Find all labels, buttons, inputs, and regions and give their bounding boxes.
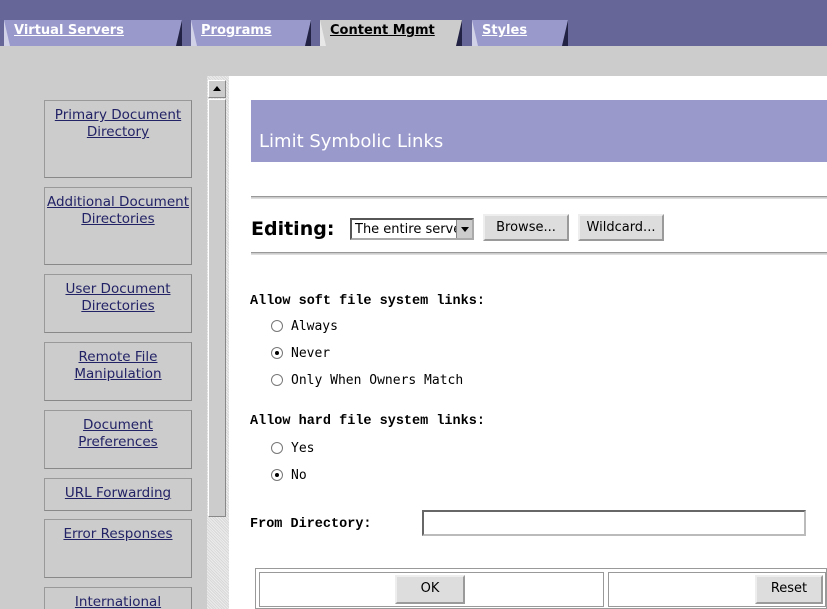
divider (251, 196, 827, 199)
ok-cell: OK (259, 572, 604, 607)
chevron-down-icon[interactable] (456, 220, 472, 238)
sidebar-item-label: Additional Document Directories (46, 194, 189, 227)
sidebar-item-label: Primary Document Directory (54, 107, 182, 140)
sidebar-item-label: URL Forwarding (64, 485, 172, 501)
radio-button[interactable] (271, 347, 283, 359)
editing-select[interactable]: The entire server (350, 218, 474, 240)
sidebar-item-user-document-directories[interactable]: User Document Directories (44, 274, 192, 333)
sidebar-item-label: International (74, 594, 162, 609)
sidebar-item-document-preferences[interactable]: Document Preferences (44, 410, 192, 469)
reset-cell: Reset (608, 572, 826, 607)
tab-label: Content Mgmt (330, 23, 435, 38)
editing-label: Editing: (251, 218, 335, 240)
page-title: Limit Symbolic Links (259, 131, 444, 152)
browse-button[interactable]: Browse... (483, 214, 569, 241)
radio-button[interactable] (271, 320, 283, 332)
soft-links-heading: Allow soft file system links: (250, 294, 485, 309)
ok-button-label: OK (420, 581, 440, 596)
divider (251, 252, 827, 255)
editing-select-value: The entire server (355, 222, 467, 237)
wildcard-button-label: Wildcard... (586, 220, 656, 235)
tab-virtual-servers[interactable]: Virtual Servers (4, 20, 182, 46)
sidebar-item-remote-file-manipulation[interactable]: Remote File Manipulation (44, 342, 192, 401)
tab-label: Virtual Servers (14, 23, 124, 38)
sidebar-item-label: User Document Directories (65, 281, 171, 314)
scrollbar-thumb[interactable] (208, 99, 226, 517)
radio-label: Never (291, 346, 331, 361)
radio-button[interactable] (271, 469, 283, 481)
sidebar-item-url-forwarding[interactable]: URL Forwarding (44, 478, 192, 511)
scroll-up-arrow-icon[interactable] (208, 80, 226, 98)
reset-button-label: Reset (770, 581, 808, 596)
sidebar: Primary Document Directory Additional Do… (0, 76, 207, 609)
tab-label: Programs (201, 23, 272, 38)
page-header: Limit Symbolic Links (251, 100, 827, 162)
tab-content-mgmt[interactable]: Content Mgmt (320, 20, 462, 47)
ok-button[interactable]: OK (395, 575, 465, 604)
wildcard-button[interactable]: Wildcard... (578, 214, 664, 241)
tab-strip (0, 46, 827, 76)
sidebar-item-error-responses[interactable]: Error Responses (44, 519, 192, 578)
radio-button[interactable] (271, 374, 283, 386)
sidebar-item-label: Document Preferences (78, 417, 158, 450)
reset-button[interactable]: Reset (755, 575, 823, 604)
radio-button[interactable] (271, 442, 283, 454)
form-footer: OK Reset (255, 568, 827, 609)
sidebar-item-label: Remote File Manipulation (74, 349, 162, 382)
from-directory-label: From Directory: (250, 517, 372, 532)
sidebar-item-additional-document-directories[interactable]: Additional Document Directories (44, 187, 192, 265)
radio-label: No (291, 468, 307, 483)
tab-programs[interactable]: Programs (191, 20, 311, 46)
sidebar-item-primary-document-directory[interactable]: Primary Document Directory (44, 100, 192, 178)
main-panel: Limit Symbolic Links Editing: The entire… (229, 76, 827, 609)
radio-label: Only When Owners Match (291, 373, 464, 388)
sidebar-item-international[interactable]: International (44, 587, 192, 609)
radio-label: Always (291, 319, 338, 334)
browse-button-label: Browse... (496, 220, 556, 235)
radio-label: Yes (291, 441, 315, 456)
sidebar-item-label: Error Responses (63, 526, 173, 542)
from-directory-input[interactable] (422, 510, 806, 536)
hard-links-heading: Allow hard file system links: (250, 414, 485, 429)
tab-label: Styles (482, 23, 528, 38)
tab-styles[interactable]: Styles (472, 20, 568, 46)
